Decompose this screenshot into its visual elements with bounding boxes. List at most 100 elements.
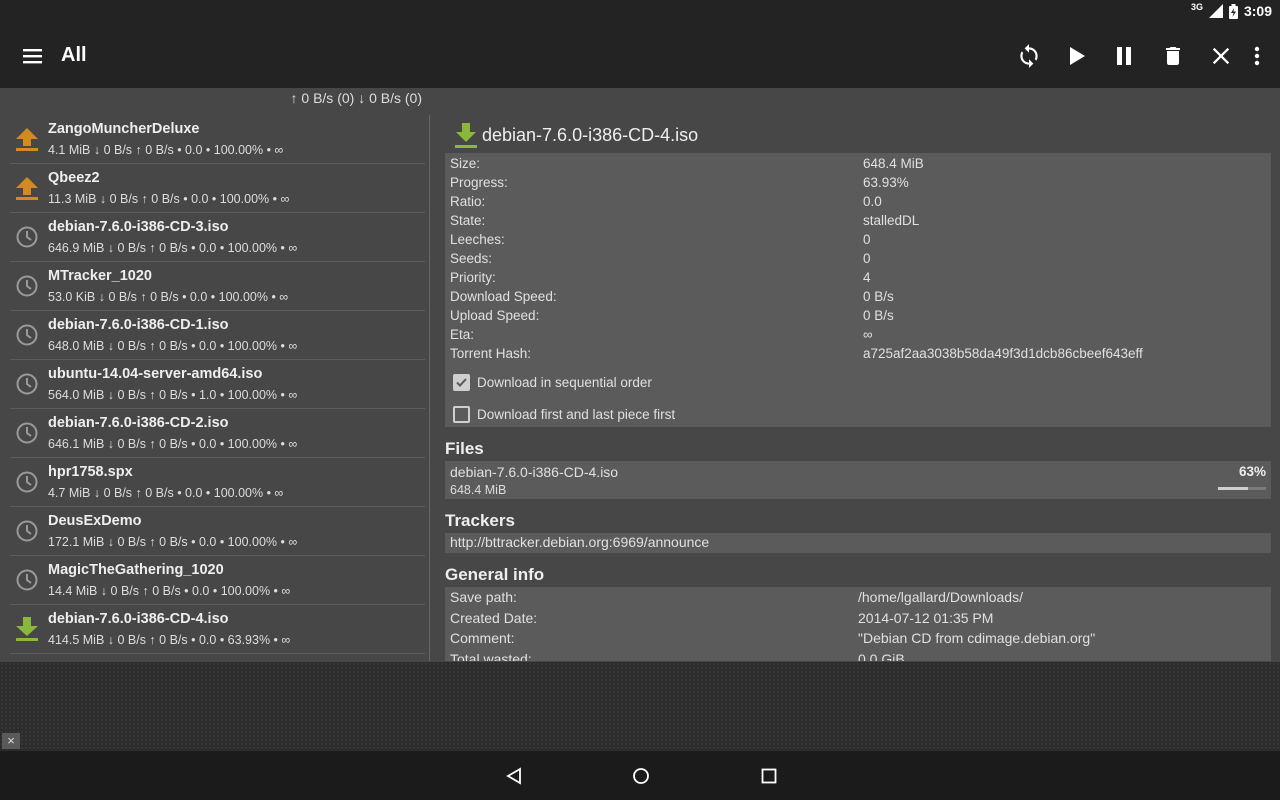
general-key: Save path:: [450, 589, 517, 605]
torrent-info: 14.4 MiB ↓ 0 B/s ↑ 0 B/s • 0.0 • 100.00%…: [48, 584, 291, 598]
torrent-name: debian-7.6.0-i386-CD-1.iso: [48, 317, 229, 333]
property-row: Leeches: 0: [445, 231, 1271, 250]
torrent-item[interactable]: ZangoMuncherDeluxe 4.1 MiB ↓ 0 B/s ↑ 0 B/…: [10, 115, 425, 164]
torrent-info: 646.1 MiB ↓ 0 B/s ↑ 0 B/s • 0.0 • 100.00…: [48, 437, 298, 451]
general-row: Comment: "Debian CD from cdimage.debian.o…: [445, 629, 1271, 650]
torrent-info: 646.9 MiB ↓ 0 B/s ↑ 0 B/s • 0.0 • 100.00…: [48, 241, 298, 255]
torrent-item[interactable]: debian-7.6.0-i386-CD-3.iso 646.9 MiB ↓ 0 …: [10, 213, 425, 262]
torrent-item[interactable]: ubuntu-14.04-server-amd64.iso 564.0 MiB ↓…: [10, 360, 425, 409]
general-heading: General info: [445, 565, 545, 584]
clock-time: 3:09: [1243, 3, 1272, 19]
checkbox-checked-icon: [453, 374, 470, 391]
general-value: 2014-07-12 01:35 PM: [858, 609, 994, 626]
recents-icon[interactable]: [756, 763, 782, 789]
property-key: Download Speed:: [450, 289, 557, 304]
back-icon[interactable]: [501, 763, 527, 789]
property-row: Upload Speed: 0 B/s: [445, 307, 1271, 326]
refresh-icon[interactable]: [1011, 38, 1047, 74]
network-label: 3G: [1190, 2, 1203, 12]
close-icon[interactable]: [1203, 38, 1239, 74]
torrent-item[interactable]: Qbeez2 11.3 MiB ↓ 0 B/s ↑ 0 B/s • 0.0 • 1…: [10, 164, 425, 213]
file-percent: 63%: [1238, 464, 1266, 479]
property-row: Eta: ∞: [445, 326, 1271, 345]
first-last-label: Download first and last piece first: [477, 407, 676, 422]
app-bar: All: [0, 24, 1280, 88]
clock-icon: [14, 469, 40, 495]
torrent-info: 564.0 MiB ↓ 0 B/s ↑ 0 B/s • 1.0 • 100.00…: [48, 388, 298, 402]
dismiss-icon[interactable]: ×: [2, 733, 20, 749]
pause-icon[interactable]: [1106, 38, 1142, 74]
clock-icon: [14, 322, 40, 348]
property-key: Upload Speed:: [450, 308, 540, 323]
clock-icon: [14, 371, 40, 397]
property-row: Progress: 63.93%: [445, 174, 1271, 193]
general-value: /home/lgallard/Downloads/: [858, 589, 1023, 605]
general-row: Save path: /home/lgallard/Downloads/: [445, 588, 1271, 609]
property-row: Seeds: 0: [445, 250, 1271, 269]
property-key: Size:: [450, 156, 481, 171]
battery-icon: [1228, 3, 1238, 19]
torrent-info: 414.5 MiB ↓ 0 B/s ↑ 0 B/s • 0.0 • 63.93%…: [48, 633, 291, 647]
general-key: Created Date:: [450, 609, 538, 626]
first-last-checkbox[interactable]: Download first and last piece first: [445, 399, 1271, 431]
property-value: stalledDL: [863, 213, 920, 228]
general-value: "Debian CD from cdimage.debian.org": [858, 630, 1096, 646]
property-value: 0 B/s: [863, 289, 894, 304]
trackers-heading: Trackers: [445, 511, 515, 530]
empty-area: [0, 662, 1280, 751]
home-icon[interactable]: [628, 763, 654, 789]
page-title: All: [61, 44, 87, 66]
torrent-item[interactable]: DeusExDemo 172.1 MiB ↓ 0 B/s ↑ 0 B/s • 0.…: [10, 507, 425, 556]
property-value: ∞: [863, 327, 873, 342]
torrent-detail: debian-7.6.0-i386-CD-4.iso Size: 648.4 Mi…: [445, 115, 1271, 661]
file-item[interactable]: debian-7.6.0-i386-CD-4.iso 648.4 MiB 63%: [445, 461, 1271, 499]
checkbox-unchecked-icon: [453, 406, 470, 423]
sequential-label: Download in sequential order: [477, 375, 652, 390]
clock-icon: [14, 518, 40, 544]
torrent-item[interactable]: hpr1758.spx 4.7 MiB ↓ 0 B/s ↑ 0 B/s • 0.0…: [10, 458, 425, 507]
signal-icon: [1208, 4, 1223, 18]
clock-icon: [14, 420, 40, 446]
clock-icon: [14, 273, 40, 299]
property-key: Progress:: [450, 175, 508, 190]
general-panel: Save path: /home/lgallard/Downloads/Creat…: [445, 587, 1271, 661]
tracker-url[interactable]: http://bttracker.debian.org:6969/announc…: [445, 533, 1271, 553]
torrent-item[interactable]: debian-7.6.0-i386-CD-2.iso 646.1 MiB ↓ 0 …: [10, 409, 425, 458]
clock-icon: [14, 567, 40, 593]
torrent-item[interactable]: debian-7.6.0-i386-CD-1.iso 648.0 MiB ↓ 0 …: [10, 311, 425, 360]
property-value: 0 B/s: [863, 308, 894, 323]
download-icon: [14, 616, 40, 642]
torrent-list: ZangoMuncherDeluxe 4.1 MiB ↓ 0 B/s ↑ 0 B/…: [0, 115, 430, 661]
property-value: 0.0: [863, 194, 882, 209]
torrent-name: debian-7.6.0-i386-CD-3.iso: [48, 219, 229, 235]
content-area: ↑ 0 B/s (0) ↓ 0 B/s (0) ZangoMuncherDelu…: [0, 88, 1280, 662]
property-row: Download Speed: 0 B/s: [445, 288, 1271, 307]
torrent-info: 4.1 MiB ↓ 0 B/s ↑ 0 B/s • 0.0 • 100.00% …: [48, 143, 284, 157]
upload-icon: [14, 126, 40, 152]
torrent-info: 11.3 MiB ↓ 0 B/s ↑ 0 B/s • 0.0 • 100.00%…: [48, 192, 290, 206]
upload-icon: [14, 175, 40, 201]
torrent-name: hpr1758.spx: [48, 464, 133, 480]
play-icon[interactable]: [1058, 38, 1094, 74]
torrent-item[interactable]: MagicTheGathering_1020 14.4 MiB ↓ 0 B/s ↑…: [10, 556, 425, 605]
file-size: 648.4 MiB: [450, 483, 507, 497]
torrent-info: 648.0 MiB ↓ 0 B/s ↑ 0 B/s • 0.0 • 100.00…: [48, 339, 298, 353]
property-key: Eta:: [450, 327, 475, 342]
sequential-checkbox[interactable]: Download in sequential order: [445, 367, 1271, 399]
torrent-info: 4.7 MiB ↓ 0 B/s ↑ 0 B/s • 0.0 • 100.00% …: [48, 486, 284, 500]
property-value: a725af2aa3038b58da49f3d1dcb86cbeef643eff: [863, 346, 1143, 361]
more-vert-icon[interactable]: [1239, 38, 1275, 74]
property-row: Priority: 4: [445, 269, 1271, 288]
general-key: Total wasted:: [450, 650, 532, 662]
property-value: 0: [863, 232, 871, 247]
menu-icon[interactable]: [18, 42, 48, 70]
torrent-item[interactable]: MTracker_1020 53.0 KiB ↓ 0 B/s ↑ 0 B/s • …: [10, 262, 425, 311]
property-key: Leeches:: [450, 232, 505, 247]
delete-icon[interactable]: [1155, 38, 1191, 74]
torrent-item[interactable]: debian-7.6.0-i386-CD-4.iso 414.5 MiB ↓ 0 …: [10, 605, 425, 654]
property-row: Ratio: 0.0: [445, 193, 1271, 212]
files-heading: Files: [445, 439, 484, 458]
general-key: Comment:: [450, 630, 515, 646]
property-row: Size: 648.4 MiB: [445, 155, 1271, 174]
navigation-bar: [0, 751, 1280, 800]
